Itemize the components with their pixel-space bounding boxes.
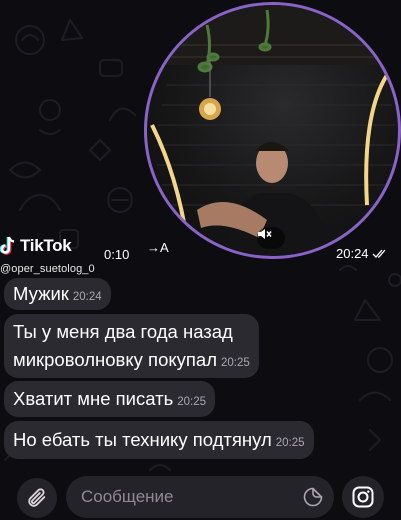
message-bubble[interactable]: Хватит мне писать 20:25 (4, 381, 216, 417)
message-time: 20:24 (72, 291, 102, 303)
tiktok-brand: TikTok (20, 236, 72, 255)
double-check-icon (372, 249, 386, 258)
mute-badge[interactable] (257, 227, 285, 249)
tiktok-handle: @oper_suetolog_0 (0, 263, 95, 275)
instagram-camera-icon (352, 486, 374, 508)
message-time: 20:25 (177, 396, 207, 408)
attach-button[interactable] (17, 478, 57, 518)
message-input-placeholder: Сообщение (81, 487, 174, 506)
message-text: Хватит мне писать (13, 388, 174, 409)
camera-button[interactable] (342, 476, 384, 518)
video-message[interactable] (144, 2, 401, 259)
message-bubble[interactable]: Но ебать ты технику подтянул 20:25 (4, 421, 314, 459)
tiktok-logo-icon (0, 236, 15, 255)
message-composer: Сообщение (0, 468, 401, 520)
video-frame (147, 5, 398, 255)
muted-speaker-icon (258, 229, 272, 239)
message-bubble[interactable]: Ты у меня два года назад микроволновку п… (4, 314, 259, 378)
sticker-icon[interactable] (303, 487, 323, 507)
message-time: 20:25 (221, 357, 250, 369)
video-duration: 0:10 (104, 247, 130, 262)
video-time-text: 20:24 (336, 246, 369, 261)
message-text: Мужик (13, 283, 69, 304)
message-text-line: микроволновку покупал (13, 349, 218, 370)
message-bubble[interactable]: Мужик 20:24 (4, 278, 111, 310)
message-text: Но ебать ты технику подтянул (13, 429, 272, 450)
message-text-line: Ты у меня два года назад (13, 321, 233, 342)
message-input[interactable]: Сообщение (66, 476, 334, 518)
tiktok-watermark: TikTok (0, 236, 72, 256)
video-timestamp: 20:24 (336, 246, 388, 261)
translate-indicator[interactable]: →A (147, 240, 169, 255)
message-time: 20:25 (275, 437, 305, 449)
paperclip-icon (28, 488, 46, 507)
